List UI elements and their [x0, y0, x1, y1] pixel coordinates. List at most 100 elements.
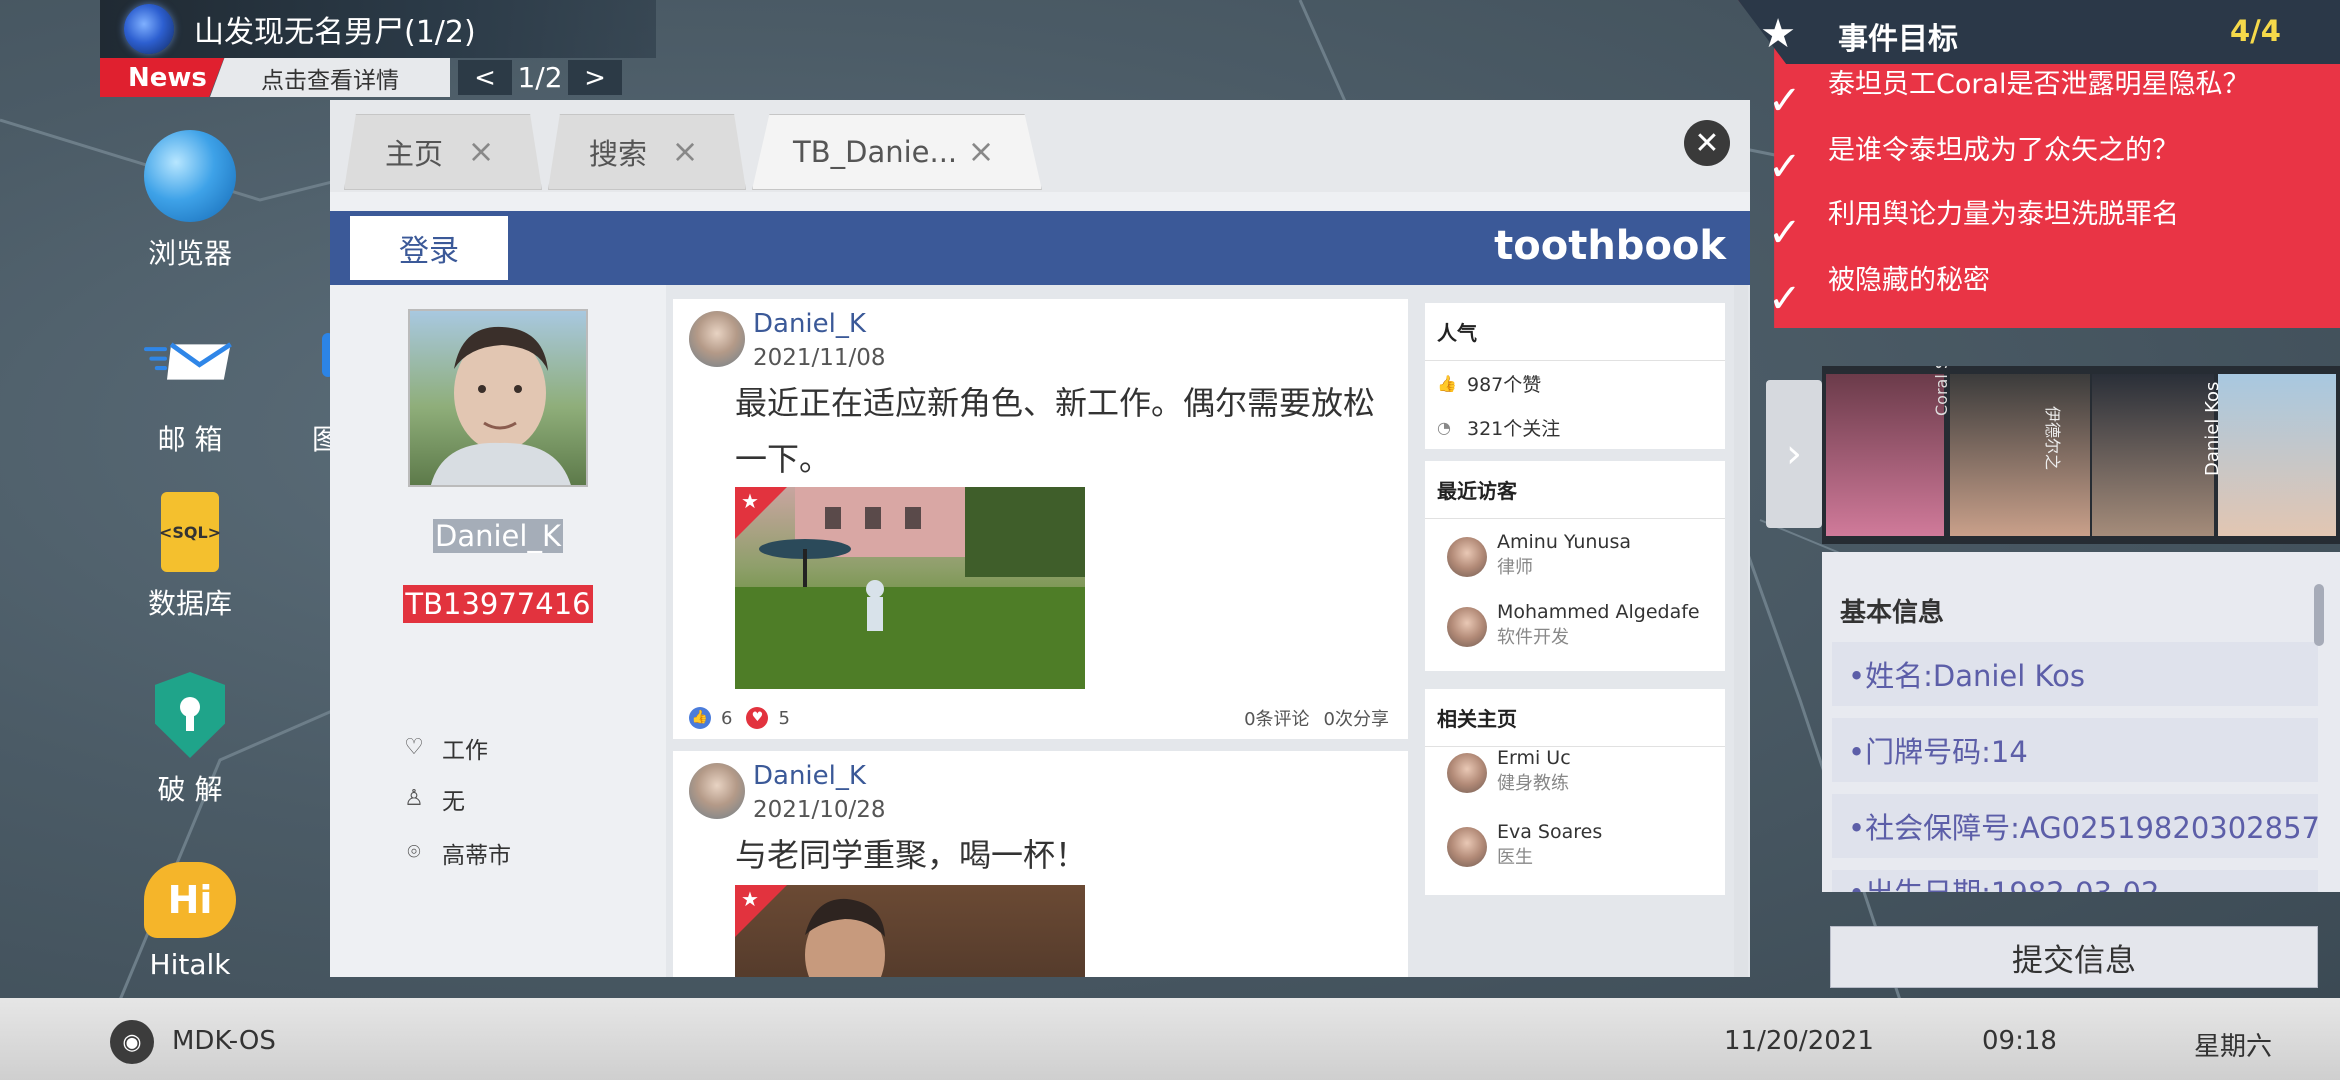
- related-avatar: [1447, 753, 1487, 793]
- like-icon[interactable]: 👍: [689, 707, 711, 729]
- character-tile[interactable]: [2092, 374, 2214, 536]
- desktop-item-label: 邮 箱: [157, 423, 223, 456]
- desktop-item-label: 破 解: [157, 773, 223, 806]
- post-date: 2021/11/08: [753, 345, 886, 371]
- post-image[interactable]: ★: [735, 487, 1085, 689]
- tab-label: TB_Danie...: [793, 135, 958, 169]
- desktop-browser[interactable]: 浏览器: [100, 130, 280, 272]
- related-item[interactable]: Ermi Uc 健身教练: [1447, 747, 1571, 795]
- submit-info-button[interactable]: 提交信息: [1830, 926, 2318, 988]
- site-logo[interactable]: toothbook: [1494, 223, 1726, 269]
- login-button[interactable]: 登录: [350, 216, 508, 280]
- visitor-item[interactable]: Aminu Yunusa 律师: [1447, 531, 1631, 579]
- profile-avatar[interactable]: [408, 309, 588, 487]
- visitor-name: Mohammed Algedafe: [1497, 601, 1700, 623]
- basic-info-title: 基本信息: [1840, 598, 1945, 628]
- tab-close-icon[interactable]: ×: [467, 135, 495, 167]
- profile-tb-id: TB13977416: [403, 585, 593, 623]
- globe-icon: [144, 130, 236, 222]
- os-name: MDK-OS: [172, 1026, 276, 1056]
- check-icon: ✓: [1768, 210, 1802, 256]
- news-prev-button[interactable]: <: [458, 60, 512, 95]
- info-scrollbar[interactable]: [2314, 584, 2324, 646]
- news-headline-bar[interactable]: 山发现无名男尸(1/2): [100, 0, 656, 58]
- tab-close-icon[interactable]: ×: [671, 135, 699, 167]
- post-username[interactable]: Daniel_K: [753, 309, 866, 339]
- news-page-indicator: 1/2: [517, 61, 563, 94]
- desktop-item-label: 浏览器: [147, 237, 232, 270]
- desktop-mail[interactable]: 邮 箱: [100, 316, 280, 458]
- related-name: Ermi Uc: [1497, 747, 1571, 769]
- love-count: 5: [778, 707, 790, 729]
- location-icon: ⌾: [407, 840, 421, 865]
- info-field[interactable]: •出生日期:1982-03-02: [1832, 870, 2318, 892]
- follows-text: 321个关注: [1467, 417, 1561, 440]
- page-scrollbar[interactable]: [1734, 285, 1748, 977]
- love-icon[interactable]: ♥: [746, 707, 769, 729]
- basic-info-panel: 基本信息 •姓名:Daniel Kos •门牌号码:14 •社会保障号:AG02…: [1822, 552, 2340, 892]
- desktop-database[interactable]: <SQL> 数据库: [100, 492, 280, 622]
- post-avatar[interactable]: [689, 311, 745, 367]
- card-title: 人气: [1425, 303, 1725, 361]
- news-detail-link[interactable]: 点击查看详情: [210, 58, 450, 97]
- info-field[interactable]: •社会保障号:AG02519820302857: [1832, 794, 2318, 858]
- objective-item: 泰坦员工Coral是否泄露明星隐私？: [1828, 69, 2250, 100]
- tab-label: 搜索: [589, 137, 648, 171]
- related-item[interactable]: Eva Soares 医生: [1447, 821, 1602, 869]
- info-field[interactable]: •姓名:Daniel Kos: [1832, 642, 2318, 706]
- objective-item: 是谁令泰坦成为了众矢之的？: [1828, 135, 2179, 166]
- post-meta: 👍 6 ♥ 5 0条评论 0次分享: [689, 705, 1389, 731]
- taskbar-day: 星期六: [2194, 1032, 2273, 1062]
- objectives-title: 事件目标: [1838, 22, 1958, 57]
- star-icon: ★: [1760, 11, 1796, 57]
- character-tile[interactable]: [1826, 374, 1944, 536]
- character-tile[interactable]: [1950, 374, 2090, 536]
- popularity-card: 人气 👍 987个赞 ◔ 321个关注: [1425, 303, 1725, 449]
- info-field[interactable]: •门牌号码:14: [1832, 718, 2318, 782]
- tab-close-icon[interactable]: ×: [967, 135, 995, 167]
- visitor-role: 律师: [1497, 557, 1533, 578]
- info-text: 工作: [442, 738, 488, 764]
- visitor-name: Aminu Yunusa: [1497, 531, 1632, 553]
- info-row-company: ♙ 无: [402, 782, 465, 816]
- post-avatar[interactable]: [689, 763, 745, 819]
- tab-home[interactable]: 主页 ×: [344, 114, 542, 190]
- news-next-button[interactable]: >: [568, 60, 622, 95]
- tab-profile[interactable]: TB_Danie... ×: [752, 114, 1042, 190]
- related-role: 医生: [1497, 847, 1533, 868]
- star-icon: ★: [741, 489, 759, 513]
- comment-count[interactable]: 0条评论: [1244, 705, 1309, 731]
- check-icon: ✓: [1768, 276, 1802, 322]
- profile-sidebar: 人气 👍 987个赞 ◔ 321个关注 最近访客 Aminu Yunusa 律师: [1425, 285, 1725, 977]
- visitor-item[interactable]: Mohammed Algedafe 软件开发: [1447, 601, 1700, 649]
- news-headline[interactable]: 山发现无名男尸(1/2): [194, 7, 476, 51]
- post-username[interactable]: Daniel_K: [753, 761, 866, 791]
- related-name: Eva Soares: [1497, 821, 1603, 843]
- card-title: 最近访客: [1425, 461, 1725, 519]
- tab-label: 主页: [385, 137, 444, 171]
- heart-icon: ♡: [404, 735, 424, 760]
- window-close-button[interactable]: ✕: [1684, 120, 1730, 166]
- related-role: 健身教练: [1497, 773, 1569, 794]
- desktop-item-label: 数据库: [147, 587, 232, 620]
- desktop-crack[interactable]: 破 解: [100, 672, 280, 808]
- character-strip[interactable]: Coral Stock 伊德尔之 Daniel Kos: [1822, 366, 2340, 544]
- info-text: 高蒂市: [442, 843, 511, 869]
- desktop-hitalk[interactable]: Hi Hitalk: [100, 862, 280, 981]
- hitalk-icon: Hi: [144, 862, 236, 938]
- news-ticker[interactable]: 山发现无名男尸(1/2) News 点击查看详情 < 1/2 >: [100, 0, 656, 97]
- post-image[interactable]: ★: [735, 885, 1085, 977]
- share-count[interactable]: 0次分享: [1324, 705, 1389, 731]
- expand-arrow-button[interactable]: ›: [1766, 380, 1822, 528]
- follows-stat: ◔ 321个关注: [1425, 405, 1725, 449]
- tab-search[interactable]: 搜索 ×: [548, 114, 746, 190]
- browser-window: 主页 × 搜索 × TB_Danie... × ✕ 登录 toothbook D…: [330, 100, 1750, 977]
- info-row-location: ⌾ 高蒂市: [402, 836, 511, 870]
- eye-logo-icon[interactable]: ◉: [110, 1020, 154, 1064]
- visitor-avatar: [1447, 537, 1487, 577]
- post-card: Daniel_K 2021/10/28 与老同学重聚，喝一杯！ ★: [673, 751, 1408, 977]
- taskbar-date: 11/20/2021: [1724, 1026, 1874, 1056]
- check-icon: ✓: [1768, 144, 1802, 190]
- character-tile[interactable]: [2218, 374, 2336, 536]
- objective-item: 利用舆论力量为泰坦洗脱罪名: [1828, 199, 2179, 230]
